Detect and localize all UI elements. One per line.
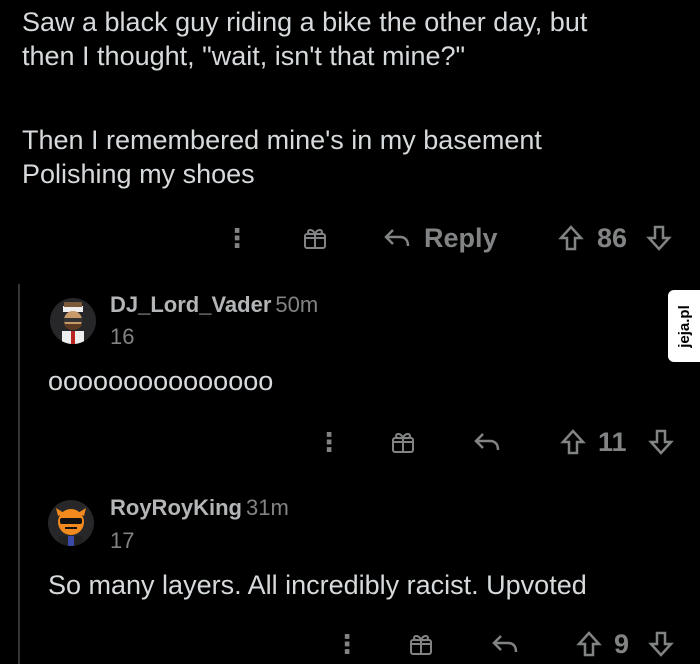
downvote-arrow-icon[interactable] (648, 626, 674, 662)
reply-text: ooooooooooooooo (48, 366, 274, 396)
post-text-line: Polishing my shoes (22, 159, 255, 189)
avatar[interactable] (48, 500, 94, 546)
reply-action-bar: ⋮ 9 (0, 626, 700, 662)
reply-arrow-icon[interactable] (382, 220, 412, 256)
vote-count: 86 (597, 222, 628, 253)
upvote-arrow-icon[interactable] (558, 220, 584, 256)
post-text-line: then I thought, "wait, isn't that mine?" (22, 41, 466, 71)
reply-arrow-icon[interactable] (472, 424, 502, 460)
username-text[interactable]: RoyRoyKing (110, 495, 242, 520)
watermark: jeja.pl (668, 290, 700, 362)
downvote-arrow-icon[interactable] (648, 424, 674, 460)
reply-action-bar: ⋮ 11 (0, 424, 700, 460)
vote-count: 9 (614, 628, 630, 659)
watermark-text: jeja.pl (675, 304, 693, 348)
award-icon[interactable] (408, 626, 434, 662)
award-icon[interactable] (390, 424, 416, 460)
reply-button[interactable]: Reply (424, 220, 498, 256)
more-options-icon[interactable]: ⋮ (224, 220, 250, 256)
username[interactable]: RoyRoyKing 31m (110, 495, 289, 521)
avatar[interactable] (50, 298, 96, 344)
username[interactable]: DJ_Lord_Vader 50m (110, 292, 318, 318)
timestamp: 31m (246, 495, 289, 520)
upvote-arrow-icon[interactable] (560, 424, 586, 460)
reply-text: So many layers. All incredibly racist. U… (48, 570, 587, 600)
thread-line (18, 284, 20, 664)
vote-count: 11 (598, 426, 627, 457)
upvote-arrow-icon[interactable] (576, 626, 602, 662)
comment-score: 17 (110, 528, 135, 553)
comment-score: 16 (110, 324, 135, 349)
award-icon[interactable] (302, 220, 328, 256)
timestamp: 50m (275, 292, 319, 317)
more-options-icon[interactable]: ⋮ (316, 424, 342, 460)
post-action-bar: ⋮ Reply 86 (0, 220, 700, 256)
more-options-icon[interactable]: ⋮ (334, 626, 360, 662)
downvote-arrow-icon[interactable] (646, 220, 672, 256)
username-text[interactable]: DJ_Lord_Vader (110, 292, 271, 317)
post-text-line: Then I remembered mine's in my basement (22, 125, 542, 155)
post-text-line: Saw a black guy riding a bike the other … (22, 7, 588, 37)
reply-arrow-icon[interactable] (490, 626, 520, 662)
